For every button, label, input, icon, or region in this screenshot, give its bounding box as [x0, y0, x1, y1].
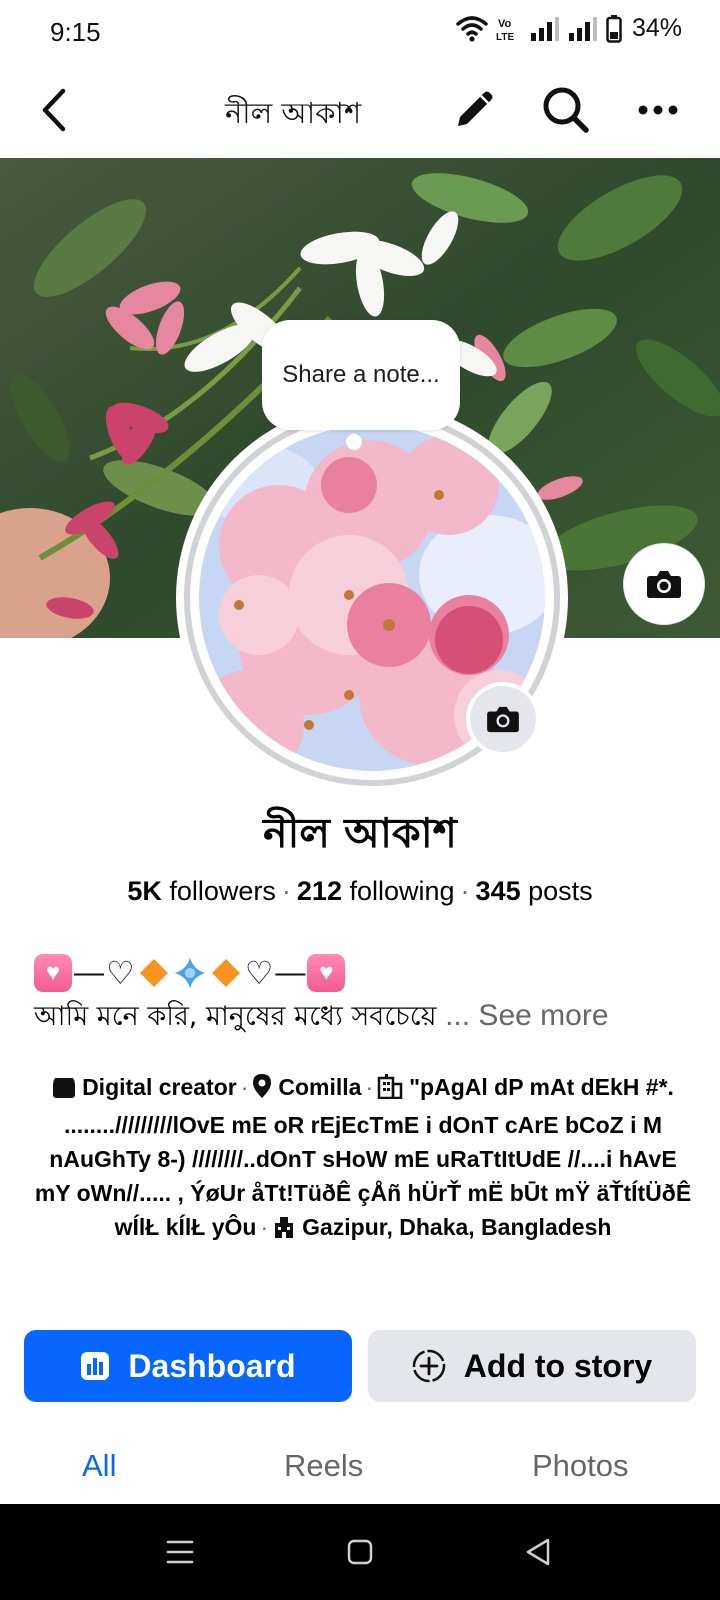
battery-percentage: 34% [631, 14, 682, 42]
camera-icon [647, 571, 681, 598]
system-back-button[interactable] [514, 1528, 562, 1576]
back-icon [42, 88, 66, 132]
bio-text: আমি মনে করি, মানুষের মধ্যে সবচেয়ে ... S… [34, 996, 609, 1041]
triangle-back-icon [526, 1538, 550, 1566]
pencil-icon [458, 91, 493, 126]
location-pin-icon [252, 1073, 272, 1108]
category-text: Digital creator [82, 1074, 237, 1100]
white-heart-icon: ♡ [106, 955, 135, 991]
dashboard-label: Dashboard [128, 1347, 296, 1384]
home-button[interactable] [336, 1528, 384, 1576]
dash-emoji-icon: — [74, 956, 104, 989]
profile-stats: 5K followers · 212 following · 345 posts [0, 876, 720, 907]
status-time: 9:15 [50, 17, 101, 47]
clapperboard-icon [52, 1074, 76, 1108]
details-separator: · [260, 1214, 269, 1240]
wifi-icon [456, 15, 488, 42]
signal-icon [530, 16, 559, 41]
see-more-link[interactable]: ... See more [445, 999, 608, 1032]
edit-profile-photo-button[interactable] [466, 682, 540, 756]
note-bubble-tail [346, 434, 362, 450]
posts-count: 345 [475, 876, 521, 906]
add-to-story-button[interactable]: Add to story [368, 1330, 696, 1402]
followers-label[interactable]: followers [169, 876, 276, 906]
search-button[interactable] [538, 82, 594, 138]
profile-tabs: All Reels Photos [0, 1440, 720, 1500]
tab-all[interactable]: All [82, 1448, 116, 1484]
stats-separator: · [281, 876, 291, 906]
camera-icon [487, 706, 519, 733]
more-icon [638, 105, 678, 115]
bio-emoji-row: ♥ — ♡ ♡ — ♥ [34, 950, 346, 996]
tab-photos[interactable]: Photos [532, 1448, 629, 1484]
bio-text-content: আমি মনে করি, মানুষের মধ্যে সবচেয়ে [34, 1001, 437, 1032]
back-button[interactable] [26, 82, 82, 138]
svg-text:LTE: LTE [496, 32, 514, 42]
status-icons: Vo LTE 34% [456, 14, 682, 43]
city-icon [272, 1214, 296, 1248]
heart-emoji-icon: ♥ [307, 954, 346, 992]
followers-count[interactable]: 5K [127, 876, 162, 906]
dashboard-icon [81, 1352, 110, 1380]
heart-emoji-icon: ♥ [34, 954, 72, 992]
location-text[interactable]: Comilla [278, 1074, 361, 1100]
dash-emoji-icon: — [275, 956, 306, 989]
menu-icon [166, 1540, 194, 1564]
orange-diamond-icon [209, 956, 243, 990]
blue-diamond-icon [173, 956, 207, 990]
signal-icon-2 [568, 16, 597, 41]
add-to-story-label: Add to story [463, 1347, 653, 1384]
dashboard-button[interactable]: Dashboard [24, 1330, 352, 1402]
white-heart-icon: ♡ [244, 955, 274, 991]
following-label[interactable]: following [349, 876, 454, 906]
details-separator: · [365, 1074, 374, 1100]
note-placeholder: Share a note... [282, 361, 440, 388]
recent-apps-button[interactable] [156, 1528, 204, 1576]
orange-diamond-icon [137, 956, 171, 990]
more-options-button[interactable] [630, 82, 686, 138]
edit-profile-button[interactable] [446, 82, 502, 138]
add-circle-icon [412, 1349, 446, 1383]
profile-name: নীল আকাশ [263, 809, 457, 857]
stats-separator: · [460, 876, 470, 906]
tab-reels[interactable]: Reels [284, 1448, 363, 1484]
app-bar: নীল আকাশ [0, 64, 720, 156]
home-square-icon [347, 1539, 373, 1565]
system-nav-bar [0, 1504, 720, 1600]
edit-cover-button[interactable] [624, 544, 704, 624]
status-bar: 9:15 Vo LTE 34% [0, 0, 720, 64]
work-building-icon [377, 1073, 403, 1108]
volte-icon: Vo LTE [496, 18, 514, 42]
profile-details: Digital creator · Comilla · "pAgAl dP mAt … [30, 1070, 696, 1248]
details-separator: · [240, 1074, 249, 1100]
search-icon [543, 87, 589, 133]
following-count[interactable]: 212 [297, 876, 342, 906]
posts-label: posts [528, 876, 593, 906]
battery-icon [606, 14, 622, 43]
share-note-bubble[interactable]: Share a note... [262, 320, 460, 430]
current-city-text[interactable]: Gazipur, Dhaka, Bangladesh [302, 1214, 611, 1240]
svg-text:Vo: Vo [498, 18, 512, 30]
page-title: নীল আকাশ [225, 96, 362, 130]
